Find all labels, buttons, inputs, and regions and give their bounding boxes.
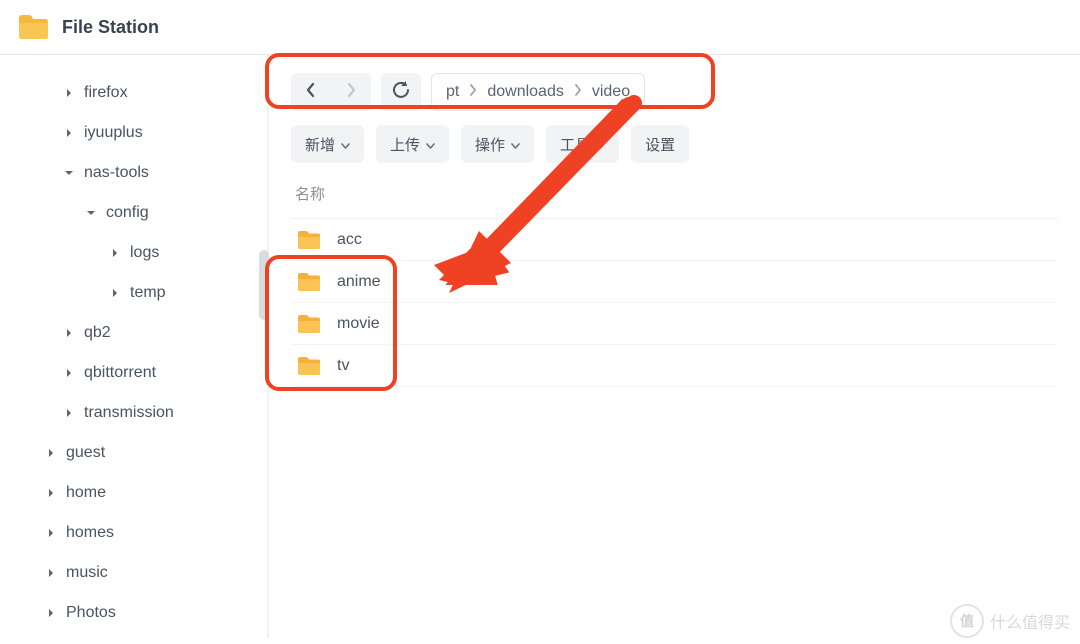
forward-button[interactable] <box>331 73 371 111</box>
watermark-text: 什么值得买 <box>990 609 1070 633</box>
chevron-right-icon <box>346 82 356 102</box>
tree-item-label: transmission <box>84 404 174 422</box>
chevron-left-icon <box>306 82 316 102</box>
chevron-right-icon <box>568 83 588 101</box>
tree-item-logs[interactable]: logs <box>8 233 259 273</box>
chevron-right-icon[interactable] <box>62 366 76 380</box>
tree-item-home[interactable]: home <box>8 473 259 513</box>
button-label: 操作 <box>475 134 505 155</box>
caret-down-icon <box>511 136 520 153</box>
chevron-right-icon[interactable] <box>44 486 58 500</box>
file-row[interactable]: tv <box>291 345 1058 387</box>
chevron-right-icon[interactable] <box>62 326 76 340</box>
action-toolbar: 新增 上传 操作 工具 设置 <box>291 125 1058 163</box>
tree-item-transmission[interactable]: transmission <box>8 393 259 433</box>
tree-item-label: qbittorrent <box>84 364 156 382</box>
watermark-badge: 值 <box>950 604 984 638</box>
tree-item-label: iyuuplus <box>84 124 143 142</box>
toolbar-button-上传[interactable]: 上传 <box>376 125 449 163</box>
scrollbar-thumb[interactable] <box>259 250 269 320</box>
tree-item-iyuuplus[interactable]: iyuuplus <box>8 113 259 153</box>
column-header-name[interactable]: 名称 <box>291 177 1058 219</box>
tree-item-firefox[interactable]: firefox <box>8 73 259 113</box>
tree-item-temp[interactable]: temp <box>8 273 259 313</box>
folder-icon <box>295 272 323 292</box>
file-row[interactable]: anime <box>291 261 1058 303</box>
caret-down-icon <box>341 136 350 153</box>
caret-down-icon <box>596 136 605 153</box>
content-pane: pt downloads video 新增 上传 操作 工具 设置 名称 acc anime m… <box>268 55 1080 638</box>
tree-item-label: Photos <box>66 604 116 622</box>
chevron-down-icon[interactable] <box>62 166 76 180</box>
tree-item-label: firefox <box>84 84 128 102</box>
file-row[interactable]: movie <box>291 303 1058 345</box>
chevron-right-icon[interactable] <box>44 566 58 580</box>
refresh-button[interactable] <box>381 73 421 111</box>
toolbar-button-新增[interactable]: 新增 <box>291 125 364 163</box>
app-title: File Station <box>62 17 159 38</box>
chevron-right-icon[interactable] <box>108 286 122 300</box>
button-label: 上传 <box>390 134 420 155</box>
folder-icon <box>295 230 323 250</box>
button-label: 设置 <box>645 134 675 155</box>
folder-icon <box>295 356 323 376</box>
tree-item-label: logs <box>130 244 159 262</box>
toolbar-button-工具[interactable]: 工具 <box>546 125 619 163</box>
file-name: movie <box>337 315 380 333</box>
history-nav-group <box>291 73 371 111</box>
button-label: 新增 <box>305 134 335 155</box>
refresh-icon <box>392 81 410 103</box>
chevron-right-icon[interactable] <box>62 126 76 140</box>
nav-toolbar: pt downloads video <box>291 73 1058 111</box>
tree-item-photos[interactable]: Photos <box>8 593 259 633</box>
file-name: tv <box>337 357 349 375</box>
app-folder-icon <box>18 14 48 40</box>
chevron-right-icon[interactable] <box>44 526 58 540</box>
tree-item-config[interactable]: config <box>8 193 259 233</box>
toolbar-button-操作[interactable]: 操作 <box>461 125 534 163</box>
chevron-down-icon[interactable] <box>84 206 98 220</box>
chevron-right-icon[interactable] <box>62 86 76 100</box>
breadcrumb-segment[interactable]: pt <box>446 83 459 101</box>
file-name: acc <box>337 231 362 249</box>
tree-item-homes[interactable]: homes <box>8 513 259 553</box>
chevron-right-icon[interactable] <box>44 446 58 460</box>
tree-item-qbittorrent[interactable]: qbittorrent <box>8 353 259 393</box>
tree-item-label: config <box>106 204 149 222</box>
tree-item-label: temp <box>130 284 166 302</box>
folder-icon <box>295 314 323 334</box>
tree-item-music[interactable]: music <box>8 553 259 593</box>
file-row[interactable]: acc <box>291 219 1058 261</box>
toolbar-button-设置[interactable]: 设置 <box>631 125 689 163</box>
tree-item-label: home <box>66 484 106 502</box>
tree-item-label: nas-tools <box>84 164 149 182</box>
chevron-right-icon <box>463 83 483 101</box>
breadcrumb-segment[interactable]: downloads <box>487 83 564 101</box>
tree-item-label: qb2 <box>84 324 111 342</box>
tree-item-guest[interactable]: guest <box>8 433 259 473</box>
app-header: File Station <box>0 0 1080 55</box>
watermark: 值 什么值得买 <box>950 604 1070 638</box>
chevron-right-icon[interactable] <box>108 246 122 260</box>
folder-tree-sidebar: firefox iyuuplus nas-tools config logs temp qb… <box>0 55 268 638</box>
chevron-right-icon[interactable] <box>44 606 58 620</box>
tree-item-label: guest <box>66 444 105 462</box>
caret-down-icon <box>426 136 435 153</box>
breadcrumb-segment[interactable]: video <box>592 83 630 101</box>
tree-item-label: homes <box>66 524 114 542</box>
file-name: anime <box>337 273 381 291</box>
back-button[interactable] <box>291 73 331 111</box>
chevron-right-icon[interactable] <box>62 406 76 420</box>
button-label: 工具 <box>560 134 590 155</box>
breadcrumb[interactable]: pt downloads video <box>431 73 645 111</box>
tree-item-qb2[interactable]: qb2 <box>8 313 259 353</box>
tree-item-label: music <box>66 564 108 582</box>
file-list: acc anime movie tv <box>291 219 1058 387</box>
tree-item-nas-tools[interactable]: nas-tools <box>8 153 259 193</box>
